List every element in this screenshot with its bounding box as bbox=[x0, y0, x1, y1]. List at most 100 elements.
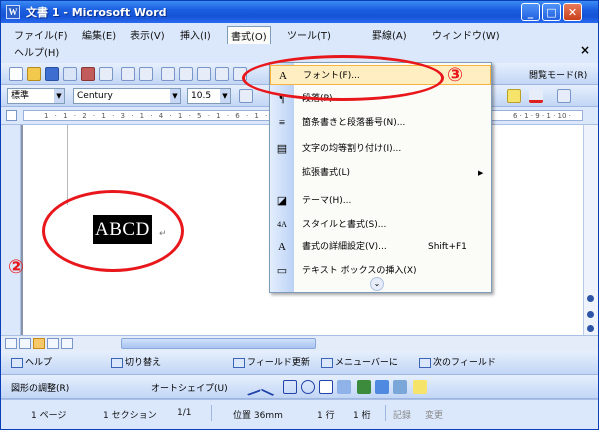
rectangle-icon[interactable] bbox=[283, 380, 297, 394]
wordart-icon[interactable] bbox=[337, 380, 351, 394]
style-combo[interactable]: 標準 ▼ bbox=[7, 88, 65, 104]
bold-icon[interactable] bbox=[239, 89, 253, 103]
menu-item-distribute[interactable]: ▤ 文字の均等割り付け(I)... bbox=[270, 139, 491, 159]
open-icon[interactable] bbox=[27, 67, 41, 81]
expand-menu-icon[interactable]: ⌄ bbox=[370, 277, 384, 291]
tab-selector-icon[interactable] bbox=[6, 110, 17, 121]
outline-view-icon[interactable] bbox=[47, 338, 59, 349]
status-section: 1 セクション bbox=[103, 411, 157, 421]
oval-icon[interactable] bbox=[301, 380, 315, 394]
maximize-button[interactable]: □ bbox=[542, 3, 561, 21]
style-value: 標準 bbox=[11, 91, 30, 101]
vertical-scrollbar[interactable] bbox=[583, 125, 598, 335]
menu-view[interactable]: 表示(V) bbox=[127, 26, 168, 43]
field-toggle-button[interactable]: 切り替え bbox=[111, 355, 161, 368]
new-document-icon[interactable] bbox=[9, 67, 23, 81]
close-document-icon[interactable]: × bbox=[580, 43, 590, 57]
cut-icon[interactable] bbox=[161, 67, 175, 81]
menu-item-styles[interactable]: 4A スタイルと書式(S)... bbox=[270, 215, 491, 235]
highlight-ring-font bbox=[242, 55, 444, 101]
textbox-icon[interactable] bbox=[319, 380, 333, 394]
autoshapes-menu-button[interactable]: オートシェイプ(U) bbox=[151, 381, 228, 394]
menu-file[interactable]: ファイル(F) bbox=[11, 26, 71, 43]
print-preview-icon[interactable] bbox=[99, 67, 113, 81]
reading-view-icon[interactable] bbox=[61, 338, 73, 349]
toolbar-options-icon[interactable] bbox=[557, 89, 571, 103]
menu-edit[interactable]: 編集(E) bbox=[79, 26, 119, 43]
menu-window[interactable]: ウィンドウ(W) bbox=[429, 26, 503, 43]
status-trk[interactable]: 変更 bbox=[425, 408, 443, 421]
line-icon[interactable] bbox=[243, 378, 261, 396]
copy-icon[interactable] bbox=[179, 67, 193, 81]
diagram-icon[interactable] bbox=[357, 380, 371, 394]
extended-format-icon bbox=[275, 166, 289, 180]
word-app-icon[interactable]: W bbox=[6, 5, 20, 19]
close-button[interactable]: ✕ bbox=[563, 3, 582, 21]
chevron-down-icon[interactable]: ▼ bbox=[54, 89, 64, 103]
menubar-icon bbox=[321, 357, 333, 368]
distribute-icon: ▤ bbox=[276, 143, 288, 155]
browse-object-icon[interactable] bbox=[587, 311, 594, 318]
field-menubar-button[interactable]: メニューバーに bbox=[321, 355, 398, 368]
menu-item-styles-label: スタイルと書式(S)... bbox=[302, 220, 387, 230]
chevron-down-icon[interactable]: ▼ bbox=[170, 89, 180, 103]
menu-item-reveal-formatting[interactable]: A 書式の詳細設定(V)... Shift+F1 bbox=[270, 237, 491, 257]
menu-insert[interactable]: 挿入(I) bbox=[177, 26, 214, 43]
next-field-icon bbox=[419, 357, 431, 368]
drawing-toolbar: 図形の調整(R) オートシェイプ(U) bbox=[1, 375, 598, 399]
print-icon[interactable] bbox=[81, 67, 95, 81]
permission-icon[interactable] bbox=[63, 67, 77, 81]
font-combo[interactable]: Century ▼ bbox=[73, 88, 181, 104]
print-layout-icon[interactable] bbox=[33, 338, 45, 349]
ruler-ticks: 1 · 1 · 2 · 1 · 3 · 1 · 4 · 1 · 5 · 1 · … bbox=[44, 112, 281, 120]
font-color-icon[interactable] bbox=[529, 89, 543, 103]
status-bar: 1 ページ 1 セクション 1/1 位置 36mm 1 行 1 桁 記録 変更 bbox=[1, 399, 598, 429]
web-layout-icon[interactable] bbox=[19, 338, 31, 349]
toggle-icon bbox=[111, 357, 123, 368]
menu-tools[interactable]: ツール(T) bbox=[284, 26, 334, 43]
chevron-down-icon[interactable]: ▼ bbox=[220, 89, 230, 103]
horizontal-scrollbar[interactable] bbox=[1, 335, 598, 351]
browse-next-icon[interactable] bbox=[587, 325, 594, 332]
menu-item-theme[interactable]: ◪ テーマ(H)... bbox=[270, 191, 491, 211]
picture-icon[interactable] bbox=[393, 380, 407, 394]
status-line: 1 行 bbox=[317, 411, 335, 421]
menu-help[interactable]: ヘルプ(H) bbox=[11, 43, 62, 60]
field-toggle-label: 切り替え bbox=[125, 358, 162, 368]
scrollbar-thumb[interactable] bbox=[121, 338, 316, 349]
minimize-button[interactable]: _ bbox=[521, 3, 540, 21]
highlight-ring-text bbox=[42, 190, 184, 272]
field-toolbar: ヘルプ 切り替え フィールド更新 メニューバーに 次のフィールド bbox=[1, 351, 598, 375]
font-size-combo[interactable]: 10.5 ▼ bbox=[187, 88, 231, 104]
fill-color-icon[interactable] bbox=[413, 380, 427, 394]
next-field-button[interactable]: 次のフィールド bbox=[419, 355, 496, 368]
status-pages: 1/1 bbox=[177, 408, 192, 418]
theme-icon: ◪ bbox=[276, 195, 288, 207]
clipart-icon[interactable] bbox=[375, 380, 389, 394]
field-help-button[interactable]: ヘルプ bbox=[11, 355, 52, 368]
status-page: 1 ページ bbox=[31, 411, 67, 421]
status-column: 1 桁 bbox=[353, 411, 371, 421]
browse-prev-icon[interactable] bbox=[587, 295, 594, 302]
menu-table[interactable]: 罫線(A) bbox=[369, 26, 410, 43]
menu-item-bullets[interactable]: ≡ 箇条書きと段落番号(N)... bbox=[270, 113, 491, 133]
vertical-ruler[interactable] bbox=[1, 125, 21, 335]
menu-format[interactable]: 書式(O) bbox=[227, 26, 271, 44]
next-field-label: 次のフィールド bbox=[433, 358, 496, 368]
format-painter-icon[interactable] bbox=[215, 67, 229, 81]
field-update-button[interactable]: フィールド更新 bbox=[233, 355, 310, 368]
menu-item-theme-label: テーマ(H)... bbox=[302, 196, 352, 206]
draw-menu-button[interactable]: 図形の調整(R) bbox=[11, 381, 69, 394]
paste-icon[interactable] bbox=[197, 67, 211, 81]
menu-item-reveal-formatting-label: 書式の詳細設定(V)... bbox=[302, 242, 387, 252]
menu-item-extended-format[interactable]: 拡張書式(L) ▶ bbox=[270, 163, 491, 183]
highlight-icon[interactable] bbox=[507, 89, 521, 103]
save-icon[interactable] bbox=[45, 67, 59, 81]
reading-layout-button[interactable]: 閲覧モード(R) bbox=[529, 68, 587, 81]
window-title: 文書 1 - Microsoft Word bbox=[26, 6, 167, 19]
spelling-icon[interactable] bbox=[121, 67, 135, 81]
normal-view-icon[interactable] bbox=[5, 338, 17, 349]
research-icon[interactable] bbox=[139, 67, 153, 81]
status-rec[interactable]: 記録 bbox=[393, 408, 411, 421]
arrow-icon[interactable] bbox=[260, 377, 280, 397]
